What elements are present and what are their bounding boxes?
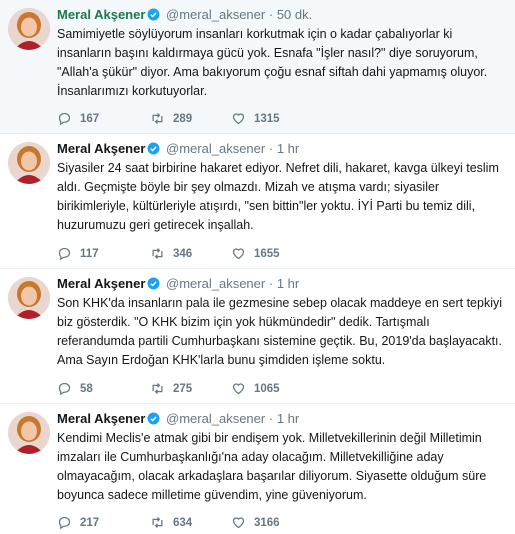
tweet-timestamp[interactable]: 50 dk.: [277, 7, 312, 22]
author-handle[interactable]: @meral_aksener: [166, 141, 265, 156]
retweet-count: 275: [173, 382, 193, 395]
avatar[interactable]: [8, 142, 50, 184]
reply-icon: [58, 382, 71, 396]
like-button[interactable]: 1065: [231, 381, 321, 396]
retweet-icon: [152, 248, 163, 259]
retweet-count: 289: [173, 112, 193, 125]
reply-button[interactable]: 58: [57, 381, 150, 396]
like-count: 1655: [254, 247, 280, 260]
tweet[interactable]: Meral Akşener @meral_aksener · 50 dk. Sa…: [0, 0, 515, 134]
retweet-count: 346: [173, 247, 193, 260]
heart-icon: [232, 517, 245, 529]
like-button[interactable]: 1655: [231, 246, 321, 261]
tweet-header: Meral Akşener @meral_aksener · 50 dk.: [57, 6, 507, 24]
tweet-header: Meral Akşener @meral_aksener · 1 hr: [57, 140, 507, 158]
reply-count: 117: [80, 247, 99, 260]
tweet-actions: 167 289 1315: [57, 111, 321, 126]
verified-badge-icon: [147, 8, 160, 21]
like-count: 1065: [254, 382, 280, 395]
tweet-actions: 117 346 1655: [57, 246, 321, 261]
retweet-count: 634: [173, 516, 193, 529]
verified-badge-icon: [147, 412, 160, 425]
author-name[interactable]: Meral Akşener: [57, 141, 145, 156]
verified-badge-icon: [147, 142, 160, 155]
tweet[interactable]: Meral Akşener @meral_aksener · 1 hr Kend…: [0, 404, 515, 534]
retweet-button[interactable]: 346: [150, 246, 231, 261]
tweet-text: Samimiyetle söylüyorum insanları korkutm…: [57, 27, 488, 98]
author-name[interactable]: Meral Akşener: [57, 411, 145, 426]
heart-icon: [232, 113, 245, 125]
author-handle[interactable]: @meral_aksener: [166, 276, 265, 291]
heart-icon: [232, 248, 245, 260]
author-name[interactable]: Meral Akşener: [57, 276, 145, 291]
like-count: 3166: [254, 516, 280, 529]
reply-button[interactable]: 167: [57, 111, 150, 126]
retweet-button[interactable]: 289: [150, 111, 231, 126]
tweet[interactable]: Meral Akşener @meral_aksener · 1 hr Siya…: [0, 134, 515, 269]
like-count: 1315: [254, 112, 280, 125]
retweet-icon: [152, 113, 163, 124]
tweet[interactable]: Meral Akşener @meral_aksener · 1 hr Son …: [0, 269, 515, 404]
retweet-button[interactable]: 634: [150, 515, 231, 530]
tweet-header: Meral Akşener @meral_aksener · 1 hr: [57, 410, 507, 428]
separator-dot: ·: [268, 276, 274, 291]
tweet-timestamp[interactable]: 1 hr: [277, 141, 299, 156]
tweet-timestamp[interactable]: 1 hr: [277, 411, 299, 426]
reply-icon: [58, 516, 71, 530]
tweet-feed: Meral Akşener @meral_aksener · 50 dk. Sa…: [0, 0, 515, 534]
avatar[interactable]: [8, 412, 50, 454]
tweet-text: Siyasiler 24 saat birbirine hakaret ediy…: [57, 161, 499, 232]
tweet-actions: 217 634 3166: [57, 515, 321, 530]
tweet-header: Meral Akşener @meral_aksener · 1 hr: [57, 275, 507, 293]
author-name[interactable]: Meral Akşener: [57, 7, 145, 22]
like-button[interactable]: 1315: [231, 111, 321, 126]
retweet-button[interactable]: 275: [150, 381, 231, 396]
tweet-timestamp[interactable]: 1 hr: [277, 276, 299, 291]
author-handle[interactable]: @meral_aksener: [166, 7, 265, 22]
avatar[interactable]: [8, 8, 50, 50]
reply-button[interactable]: 217: [57, 515, 150, 530]
author-handle[interactable]: @meral_aksener: [166, 411, 265, 426]
reply-count: 217: [80, 516, 100, 529]
avatar[interactable]: [8, 277, 50, 319]
verified-badge-icon: [147, 277, 160, 290]
reply-button[interactable]: 117: [57, 246, 150, 261]
heart-icon: [232, 383, 245, 395]
tweet-text: Son KHK'da insanların pala ile gezmesine…: [57, 296, 503, 367]
separator-dot: ·: [268, 7, 274, 22]
tweet-actions: 58 275 1065: [57, 381, 321, 396]
retweet-icon: [152, 383, 163, 394]
reply-icon: [58, 112, 71, 126]
tweet-text: Kendimi Meclis'e atmak gibi bir endişem …: [57, 431, 487, 502]
like-button[interactable]: 3166: [231, 515, 321, 530]
separator-dot: ·: [268, 141, 274, 156]
reply-count: 58: [80, 382, 93, 395]
reply-icon: [58, 247, 71, 261]
reply-count: 167: [80, 112, 100, 125]
retweet-icon: [152, 517, 163, 528]
separator-dot: ·: [268, 411, 274, 426]
